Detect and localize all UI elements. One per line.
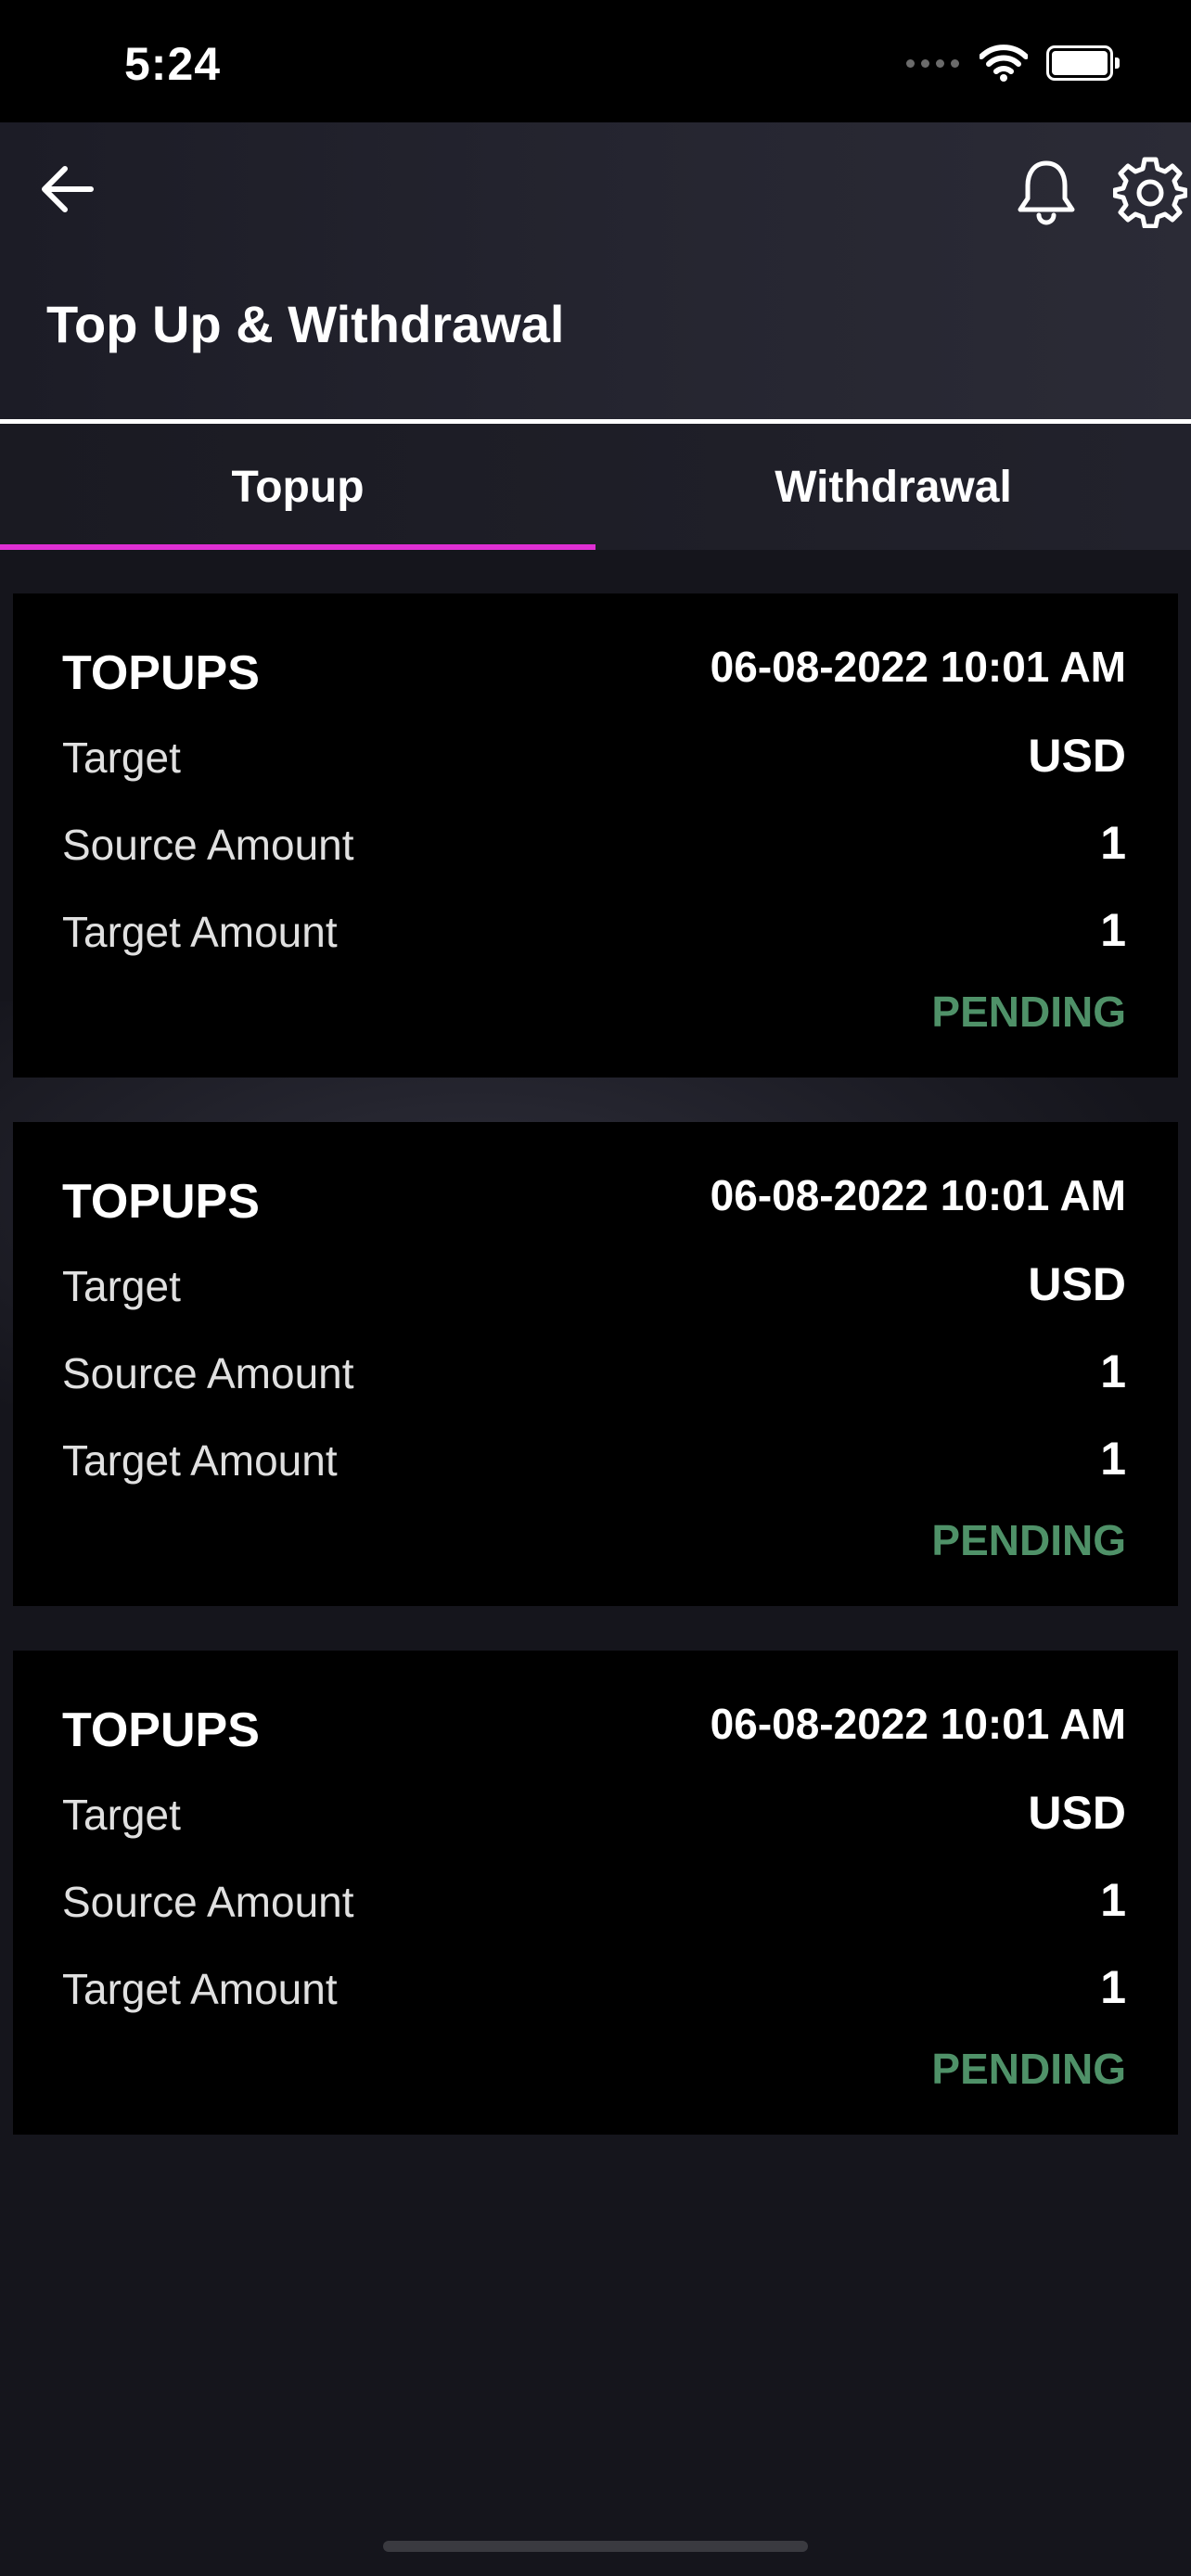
status-badge: PENDING [931, 2045, 1126, 2093]
cellular-signal-icon [906, 58, 959, 68]
transaction-card[interactable]: TOPUPS 06-08-2022 10:01 AM Target USD So… [13, 1122, 1178, 1606]
target-amount-value: 1 [1100, 1433, 1126, 1485]
active-tab-indicator [0, 544, 596, 550]
transaction-card[interactable]: TOPUPS 06-08-2022 10:01 AM Target USD So… [13, 1651, 1178, 2135]
header: Top Up & Withdrawal [0, 122, 1191, 419]
tab-bar: Topup Withdrawal [0, 424, 1191, 550]
source-amount-value: 1 [1100, 817, 1126, 869]
battery-icon [1046, 45, 1120, 81]
target-amount-label: Target Amount [62, 908, 338, 956]
transaction-type: TOPUPS [62, 646, 260, 700]
transaction-type: TOPUPS [62, 1703, 260, 1757]
status-icons [906, 45, 1120, 82]
transaction-date: 06-08-2022 10:01 AM [710, 1700, 1126, 1748]
status-badge: PENDING [931, 1516, 1126, 1564]
transaction-type: TOPUPS [62, 1175, 260, 1229]
transaction-date: 06-08-2022 10:01 AM [710, 1171, 1126, 1219]
source-amount-label: Source Amount [62, 1349, 354, 1397]
source-amount-value: 1 [1100, 1874, 1126, 1926]
source-amount-value: 1 [1100, 1345, 1126, 1397]
gear-icon[interactable] [1113, 154, 1187, 228]
source-amount-label: Source Amount [62, 821, 354, 869]
target-label: Target [62, 733, 181, 782]
transaction-card[interactable]: TOPUPS 06-08-2022 10:01 AM Target USD So… [13, 593, 1178, 1078]
tab-withdrawal[interactable]: Withdrawal [596, 424, 1191, 550]
target-label: Target [62, 1262, 181, 1310]
target-amount-value: 1 [1100, 904, 1126, 956]
transaction-date: 06-08-2022 10:01 AM [710, 643, 1126, 691]
status-badge: PENDING [931, 988, 1126, 1036]
target-amount-label: Target Amount [62, 1436, 338, 1485]
home-indicator[interactable] [383, 2541, 808, 2552]
target-value: USD [1028, 730, 1126, 782]
tab-topup[interactable]: Topup [0, 424, 596, 550]
status-bar: 5:24 [0, 0, 1191, 122]
target-value: USD [1028, 1258, 1126, 1310]
back-arrow-icon[interactable] [37, 159, 96, 219]
target-label: Target [62, 1791, 181, 1839]
source-amount-label: Source Amount [62, 1878, 354, 1926]
target-amount-value: 1 [1100, 1961, 1126, 2013]
page-title: Top Up & Withdrawal [46, 295, 565, 353]
target-amount-label: Target Amount [62, 1965, 338, 2013]
target-value: USD [1028, 1787, 1126, 1839]
wifi-icon [980, 45, 1028, 82]
bell-icon[interactable] [1011, 156, 1082, 226]
status-time: 5:24 [124, 38, 222, 90]
